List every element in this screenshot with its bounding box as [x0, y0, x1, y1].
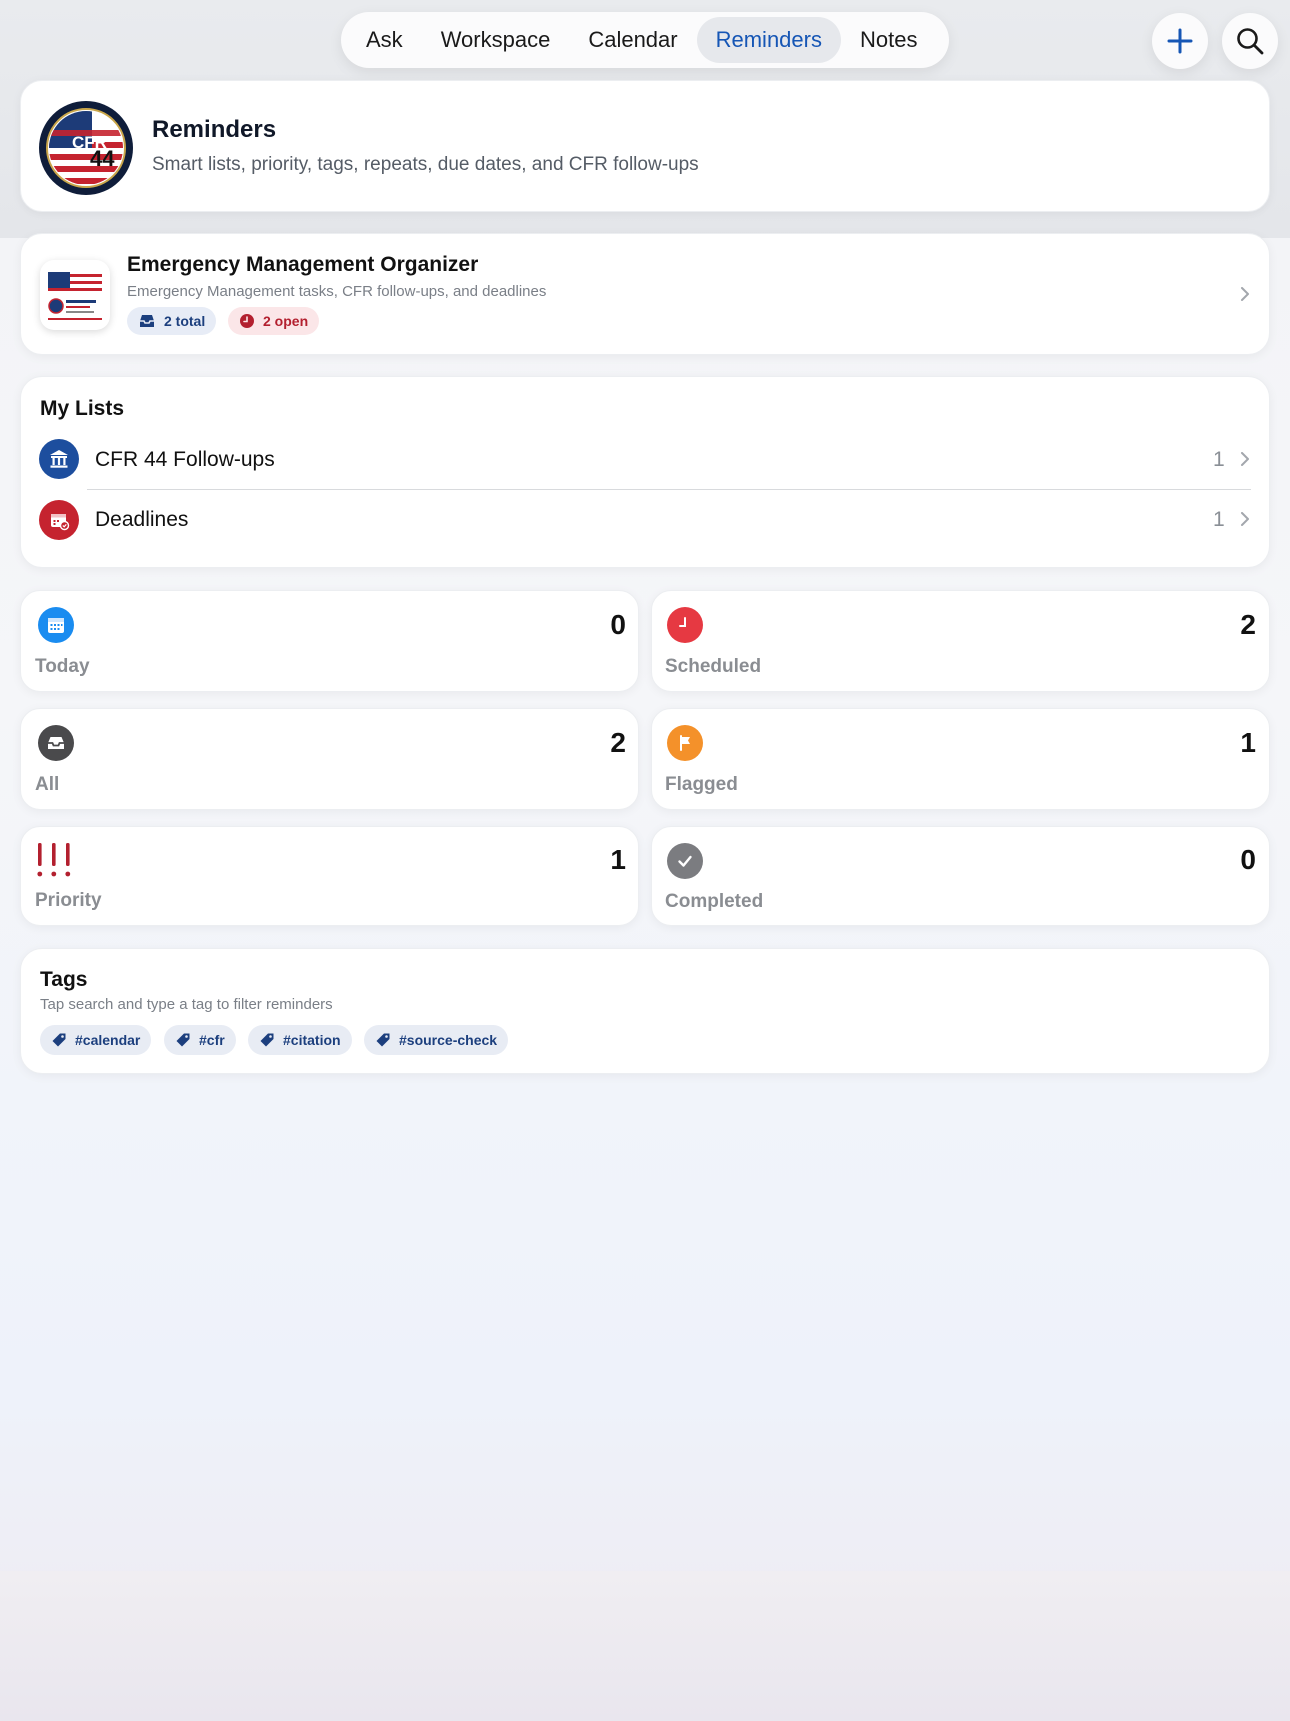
smart-list-count: 2: [610, 727, 626, 758]
tags-title: Tags: [40, 968, 88, 991]
tab-notes[interactable]: Notes: [841, 17, 936, 63]
tag-chip-cfr[interactable]: #cfr: [164, 1025, 236, 1055]
tag-label: #source-check: [399, 1032, 498, 1048]
list-item-deadlines[interactable]: [20, 492, 1270, 548]
smart-list-label: Flagged: [665, 774, 738, 795]
tag-label: #calendar: [75, 1032, 141, 1048]
tag-icon: [376, 1033, 390, 1047]
organizer-thumbnail: [40, 260, 110, 330]
tag-label: #citation: [283, 1032, 341, 1048]
bottom-background: [0, 1571, 1290, 1721]
smart-list-today[interactable]: [20, 590, 639, 692]
smart-list-label: Priority: [35, 890, 102, 911]
total-badge: 2 total: [127, 307, 217, 335]
tag-label: #cfr: [199, 1032, 225, 1048]
checkmark-icon: [667, 843, 703, 879]
calendar-icon: [38, 607, 74, 643]
tag-chip-source-check[interactable]: #source-check: [364, 1025, 509, 1055]
plus-icon: [1167, 28, 1193, 54]
tag-chip-citation[interactable]: #citation: [248, 1025, 352, 1055]
my-lists-title: My Lists: [40, 397, 125, 420]
list-item-count: 1: [1213, 448, 1225, 471]
calendar-badge-icon: [39, 500, 79, 540]
top-tab-bar: Ask Workspace Calendar Reminders Notes: [341, 12, 949, 68]
cfr-seal-logo: CFR 44: [38, 100, 134, 196]
open-badge: 2 open: [228, 307, 320, 335]
page-title: Reminders: [152, 116, 277, 143]
organizer-title: Emergency Management Organizer: [127, 253, 479, 276]
total-badge-label: 2 total: [164, 313, 206, 329]
tab-workspace[interactable]: Workspace: [422, 17, 570, 63]
tag-icon: [260, 1033, 274, 1047]
smart-list-flagged[interactable]: [651, 708, 1270, 810]
smart-list-count: 2: [1240, 609, 1256, 640]
smart-list-label: All: [35, 774, 60, 795]
smart-list-label: Today: [35, 656, 90, 677]
search-button[interactable]: [1222, 13, 1278, 69]
smart-list-priority[interactable]: [20, 826, 639, 926]
smart-list-count: 0: [610, 609, 626, 640]
clock-icon: [240, 314, 254, 328]
smart-list-count: 1: [610, 844, 626, 875]
tab-ask[interactable]: Ask: [347, 17, 422, 63]
smart-list-count: 0: [1240, 844, 1256, 875]
tag-icon: [52, 1033, 66, 1047]
page-subtitle: Smart lists, priority, tags, repeats, du…: [152, 154, 699, 175]
list-item-label: Deadlines: [95, 508, 189, 531]
building-columns-icon: [39, 439, 79, 479]
flag-icon: [667, 725, 703, 761]
smart-list-count: 1: [1240, 727, 1256, 758]
svg-text:44: 44: [90, 146, 115, 171]
list-item-label: CFR 44 Follow-ups: [95, 448, 275, 471]
chevron-right-icon: [1241, 512, 1249, 526]
search-icon: [1237, 28, 1264, 55]
smart-list-all[interactable]: [20, 708, 639, 810]
list-item-count: 1: [1213, 508, 1225, 531]
smart-list-label: Completed: [665, 891, 764, 912]
chevron-right-icon: [1241, 287, 1249, 301]
organizer-subtitle: Emergency Management tasks, CFR follow-u…: [127, 283, 547, 300]
smart-list-label: Scheduled: [665, 656, 762, 677]
tray-icon: [38, 725, 74, 761]
tag-icon: [176, 1033, 190, 1047]
list-divider: [87, 489, 1251, 490]
chevron-right-icon: [1241, 452, 1249, 466]
hero-card: [20, 80, 1270, 212]
tab-reminders[interactable]: Reminders: [696, 17, 841, 63]
exclamation-icon: [37, 842, 77, 878]
tag-chip-calendar[interactable]: #calendar: [40, 1025, 152, 1055]
add-button[interactable]: [1152, 13, 1208, 69]
tags-subtitle: Tap search and type a tag to filter remi…: [40, 996, 333, 1013]
clock-icon: [667, 607, 703, 643]
open-badge-label: 2 open: [263, 313, 309, 329]
tab-calendar[interactable]: Calendar: [569, 17, 696, 63]
tray-icon: [140, 315, 154, 327]
